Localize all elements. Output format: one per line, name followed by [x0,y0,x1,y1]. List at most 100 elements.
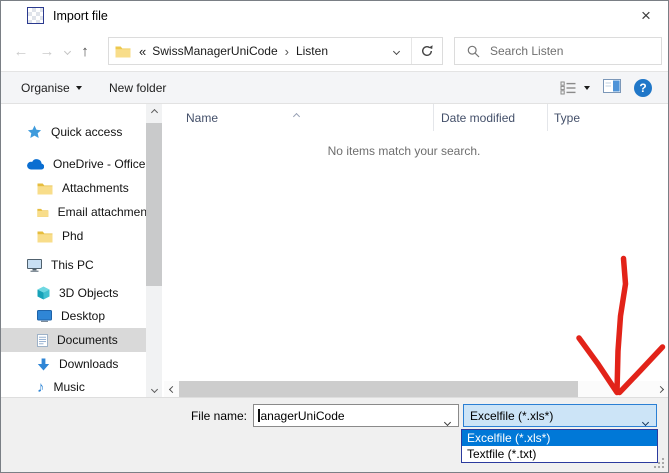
new-folder-button[interactable]: New folder [109,72,166,103]
folder-icon [37,182,53,195]
sidebar-item-label: Phd [62,229,83,243]
chevron-down-icon [392,47,399,54]
file-name-input[interactable]: anagerUniCode [253,404,459,427]
preview-pane-button[interactable] [603,79,621,96]
search-icon [467,45,480,58]
refresh-icon [420,44,434,58]
refresh-button[interactable] [412,38,442,64]
pc-icon [27,259,42,272]
up-button[interactable]: ↑ [73,31,97,71]
file-name-dropdown-button[interactable] [445,414,450,428]
chevron-down-icon [76,86,82,90]
column-header-type[interactable]: Type [548,104,658,131]
sidebar-item-3d-objects[interactable]: 3D Objects [1,281,147,305]
text-caret [258,409,260,422]
chevron-down-icon [584,86,590,90]
back-icon: ← [14,43,29,60]
close-button[interactable]: × [624,1,668,31]
scroll-up-button[interactable] [146,104,162,120]
sidebar-item-documents[interactable]: Documents [1,328,147,352]
document-icon [37,334,48,347]
organise-button[interactable]: Organise [21,72,82,103]
file-name-value: anagerUniCode [261,409,345,423]
help-button[interactable]: ? [634,79,652,97]
content-area: Quick access OneDrive - Office Attachmen… [1,104,668,397]
file-type-option-text[interactable]: Textfile (*.txt) [462,446,657,462]
chevron-left-icon [168,385,175,392]
scroll-left-button[interactable] [165,381,179,397]
sidebar-item-phd[interactable]: Phd [1,224,147,248]
address-dropdown-button[interactable] [381,38,411,64]
navigation-bar: ← → ↑ « SwissManagerUniCode › Listen [1,31,668,71]
scroll-right-button[interactable] [653,381,667,397]
chevron-down-icon [444,419,451,426]
sidebar-item-label: Music [54,380,85,394]
sidebar-item-onedrive[interactable]: OneDrive - Office [1,152,147,176]
title-bar[interactable]: Import file × [1,1,668,31]
address-bar[interactable]: « SwissManagerUniCode › Listen [108,37,443,65]
sidebar-item-attachments[interactable]: Attachments [1,176,147,200]
star-icon [27,125,42,139]
close-icon: × [641,6,651,26]
file-list-area: Name Date modified Type No items match y… [164,104,668,397]
horizontal-scrollbar[interactable] [164,381,668,397]
chevron-down-icon [63,47,70,54]
folder-icon [37,206,49,219]
forward-button[interactable]: → [35,31,59,71]
sort-ascending-icon [294,108,299,122]
sidebar-item-email-attachments[interactable]: Email attachmen [1,200,147,224]
sidebar-item-music[interactable]: ♪ Music [1,375,147,399]
window-title: Import file [53,9,108,23]
sidebar-item-label: OneDrive - Office [53,157,145,171]
command-toolbar: Organise New folder [1,71,668,104]
sidebar-item-label: Desktop [61,309,105,323]
sidebar-item-label: Documents [57,333,118,347]
sidebar-item-desktop[interactable]: Desktop [1,304,147,328]
back-button[interactable]: ← [9,31,33,71]
sidebar-item-this-pc[interactable]: This PC [1,253,147,277]
sidebar-scrollbar[interactable] [146,104,162,397]
views-button[interactable] [560,81,590,95]
import-file-dialog: Import file × ← → ↑ « SwissManagerUniCod… [0,0,669,473]
file-type-dropdown-list: Excelfile (*.xls*) Textfile (*.txt) [461,429,658,463]
organise-label: Organise [21,81,70,95]
chevron-up-icon [150,108,157,115]
search-input[interactable]: Search Listen [454,37,662,65]
forward-icon: → [40,43,55,60]
sidebar-item-label: Attachments [62,181,129,195]
file-name-label: File name: [121,409,247,423]
dialog-footer: File name: anagerUniCode Excelfile (*.xl… [1,397,668,472]
sidebar-item-label: Quick access [51,125,122,139]
desktop-icon [37,310,52,322]
app-icon [27,7,44,24]
breadcrumb-overflow[interactable]: « [139,44,146,59]
up-icon: ↑ [81,43,89,60]
sidebar-item-label: 3D Objects [59,286,118,300]
cube-icon [37,286,50,300]
empty-folder-message: No items match your search. [164,144,644,158]
file-type-dropdown-button[interactable] [643,414,648,428]
column-label: Date modified [441,111,515,125]
sidebar-item-downloads[interactable]: Downloads [1,352,147,376]
column-header-date-modified[interactable]: Date modified [434,104,548,131]
horizontal-scrollbar-thumb[interactable] [179,381,578,397]
download-icon [37,358,50,371]
breadcrumb-parent-folder[interactable]: SwissManagerUniCode [152,44,277,58]
sidebar-item-label: Email attachmen [58,205,147,219]
search-placeholder: Search Listen [490,44,563,58]
breadcrumb-current-folder[interactable]: Listen [296,44,328,58]
file-type-combobox[interactable]: Excelfile (*.xls*) [463,404,657,427]
new-folder-label: New folder [109,81,166,95]
preview-pane-icon [603,79,621,93]
scroll-down-button[interactable] [146,381,162,397]
file-type-option-excel[interactable]: Excelfile (*.xls*) [462,430,657,446]
column-label: Name [186,111,218,125]
chevron-right-icon [656,385,663,392]
sidebar-item-quick-access[interactable]: Quick access [1,120,147,144]
column-label: Type [554,111,580,125]
cloud-icon [27,159,44,170]
music-icon: ♪ [37,380,45,395]
sidebar-scrollbar-thumb[interactable] [146,123,162,286]
chevron-down-icon [642,419,649,426]
sidebar-item-label: Downloads [59,357,118,371]
